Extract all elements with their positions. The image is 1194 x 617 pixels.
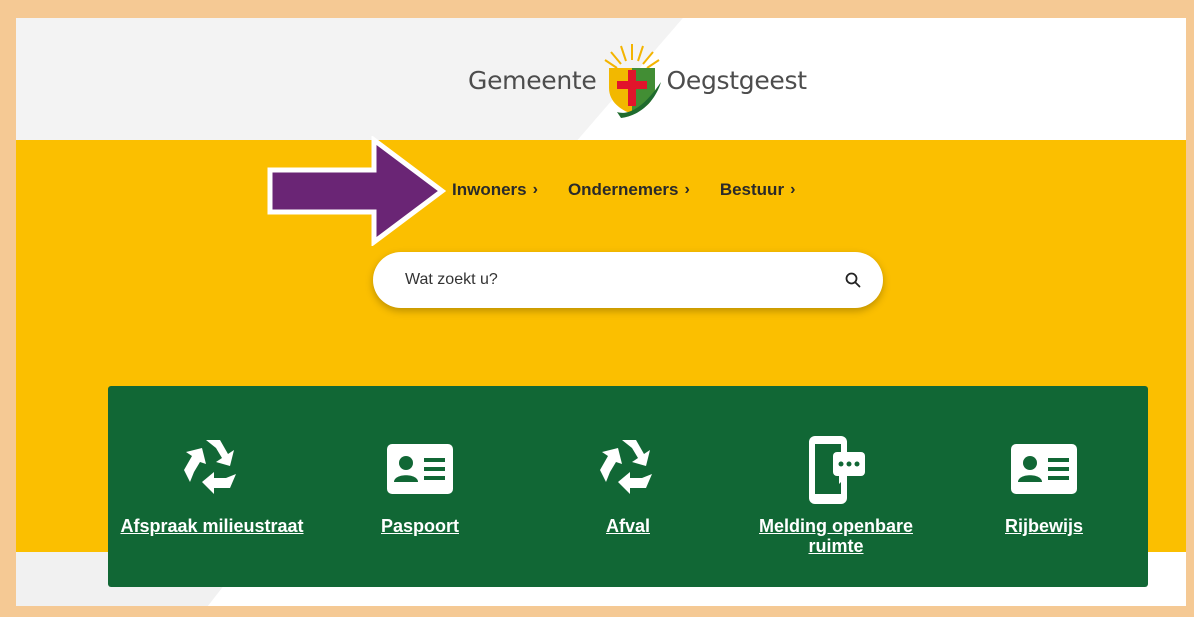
search-button[interactable] — [841, 268, 865, 292]
chevron-right-icon: › — [532, 181, 538, 198]
coat-of-arms-icon — [603, 44, 661, 118]
recycle-icon — [184, 440, 236, 494]
tile-label: Melding openbare ruimte — [758, 516, 913, 556]
search-bar — [373, 252, 883, 308]
chevron-right-icon: › — [790, 181, 796, 198]
nav-item-ondernemers[interactable]: Ondernemers › — [568, 180, 690, 200]
tile-label: Afspraak milieustraat — [120, 516, 304, 536]
search-input[interactable] — [403, 270, 807, 290]
recycle-icon — [600, 440, 652, 494]
nav-item-label: Inwoners — [452, 180, 527, 199]
tile-afspraak-milieustraat[interactable]: Afspraak milieustraat — [108, 386, 316, 586]
site-header: Gemeente Oegstgeest — [16, 18, 1186, 140]
tile-label: Rijbewijs — [1004, 516, 1084, 536]
search-icon — [845, 272, 861, 288]
chevron-right-icon: › — [684, 181, 690, 198]
page: Gemeente Oegstgeest Inwoners › Onderneme… — [16, 18, 1186, 606]
id-card-icon — [1011, 444, 1077, 494]
id-card-icon — [387, 444, 453, 494]
logo-text-left: Gemeente — [468, 65, 597, 95]
nav-item-inwoners[interactable]: Inwoners › — [452, 180, 538, 200]
tile-rijbewijs[interactable]: Rijbewijs — [940, 386, 1148, 586]
pointer-arrow-icon — [267, 136, 446, 246]
tile-afval[interactable]: Afval — [524, 386, 732, 586]
phone-message-icon — [809, 436, 865, 504]
nav-item-label: Bestuur — [719, 180, 785, 199]
main-nav: Inwoners › Ondernemers › Bestuur › — [452, 178, 825, 202]
quick-links-panel: Afspraak milieustraat Paspoort Afval Mel… — [108, 386, 1148, 587]
tile-label: Paspoort — [380, 516, 459, 536]
nav-item-label: Ondernemers — [567, 180, 679, 199]
tile-label: Afval — [605, 516, 650, 536]
nav-item-bestuur[interactable]: Bestuur › — [720, 180, 796, 200]
tile-paspoort[interactable]: Paspoort — [316, 386, 524, 586]
site-logo[interactable]: Gemeente Oegstgeest — [468, 40, 807, 120]
logo-text-right: Oegstgeest — [666, 65, 808, 95]
tile-melding-openbare-ruimte[interactable]: Melding openbare ruimte — [732, 386, 940, 586]
